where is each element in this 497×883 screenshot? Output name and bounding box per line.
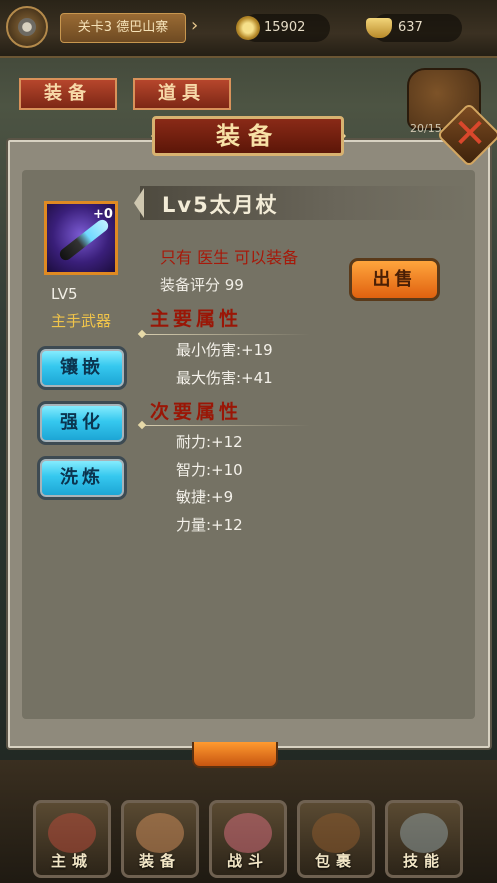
tab-equipment[interactable]: 装备 xyxy=(19,78,117,110)
inlay-button[interactable]: 镶嵌 xyxy=(37,346,127,390)
stat-intellect: 智力:+10 xyxy=(176,461,243,479)
nav-label: 技能 xyxy=(402,852,445,870)
panel-title: 装备 xyxy=(152,116,344,156)
gold-ingot-icon xyxy=(366,18,392,38)
stat-strength: 力量:+12 xyxy=(176,516,243,534)
chevron-right-icon[interactable]: › xyxy=(191,15,198,36)
stage-label[interactable]: 关卡3 德巴山寨 xyxy=(60,13,186,43)
coin-value: 15902 xyxy=(264,20,306,35)
crossed-swords-icon xyxy=(400,813,448,853)
enhance-level: +0 xyxy=(93,207,113,222)
nav-label: 包裹 xyxy=(314,852,357,870)
stat-agility: 敏捷:+9 xyxy=(176,488,234,506)
class-restriction: 只有 医生 可以装备 xyxy=(160,248,299,267)
castle-icon xyxy=(48,813,96,853)
bag-capacity: 20/15 xyxy=(410,122,442,135)
staff-icon xyxy=(57,217,111,263)
stat-stamina: 耐力:+12 xyxy=(176,433,243,451)
hero-icon xyxy=(136,813,184,853)
item-kind: 主手武器 xyxy=(51,312,112,330)
strengthen-button[interactable]: 强化 xyxy=(37,401,127,445)
underlying-button[interactable] xyxy=(192,742,278,768)
nav-main-city[interactable]: 主城 xyxy=(33,800,111,878)
equipment-score: 装备评分 99 xyxy=(160,276,244,294)
item-name: Lv5太月杖 xyxy=(162,193,279,217)
settings-gear-icon[interactable] xyxy=(6,6,48,48)
divider xyxy=(140,334,310,335)
coin-counter: 15902 xyxy=(232,12,330,44)
close-icon[interactable]: ✕ xyxy=(451,110,489,158)
bag-icon xyxy=(312,813,360,853)
tab-items[interactable]: 道具 xyxy=(133,78,231,110)
coin-icon xyxy=(232,12,264,44)
sell-button[interactable]: 出售 xyxy=(349,258,440,301)
divider xyxy=(140,425,310,426)
sword-icon xyxy=(224,813,272,853)
stat-min-damage: 最小伤害:+19 xyxy=(176,341,273,359)
nav-skills[interactable]: 技能 xyxy=(385,800,463,878)
refine-button[interactable]: 洗炼 xyxy=(37,456,127,500)
nav-label: 装备 xyxy=(138,852,181,870)
nav-label: 主城 xyxy=(50,852,93,870)
top-bar: 关卡3 德巴山寨 › 15902 637 xyxy=(0,0,497,58)
gem-counter: 637 xyxy=(366,14,462,42)
item-level: LV5 xyxy=(51,285,78,303)
nav-battle[interactable]: 战斗 xyxy=(209,800,287,878)
nav-label: 战斗 xyxy=(226,852,269,870)
gem-value: 637 xyxy=(398,20,423,35)
stat-max-damage: 最大伤害:+41 xyxy=(176,369,273,387)
primary-attributes-heading: 主要属性 xyxy=(150,308,243,330)
secondary-attributes-heading: 次要属性 xyxy=(150,401,243,423)
nav-bag[interactable]: 包裹 xyxy=(297,800,375,878)
nav-equipment[interactable]: 装备 xyxy=(121,800,199,878)
